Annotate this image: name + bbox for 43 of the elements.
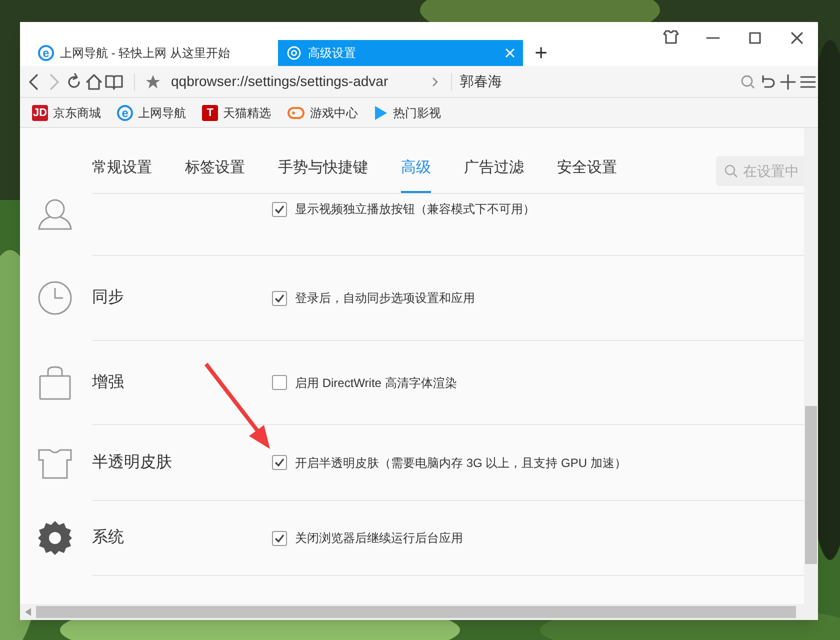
settings-icon <box>286 45 302 61</box>
close-icon <box>505 48 515 58</box>
checkbox[interactable] <box>272 290 287 306</box>
section-label: 同步 <box>92 289 124 306</box>
new-tab-button[interactable]: + <box>526 40 556 66</box>
ie-logo-icon: e <box>38 45 54 61</box>
settings-tab[interactable]: 手势与快捷键 <box>278 156 368 193</box>
section-label: 半透明皮肤 <box>92 454 172 470</box>
settings-tab[interactable]: 安全设置 <box>557 156 617 193</box>
ie-logo-icon: e <box>117 104 134 120</box>
vertical-scrollbar[interactable] <box>804 128 818 604</box>
section-label: 系统 <box>92 529 124 546</box>
clock-icon <box>36 279 74 317</box>
option-label: 登录后，自动同步选项设置和应用 <box>295 290 475 307</box>
gamepad-icon <box>287 106 306 120</box>
site-logo-icon: JD <box>32 104 48 120</box>
checkbox[interactable] <box>272 530 287 546</box>
bookmark-item[interactable]: 游戏中心 <box>287 104 358 122</box>
bookmark-item[interactable]: 热门影视 <box>374 104 442 122</box>
settings-tab[interactable]: 常规设置 <box>92 156 152 193</box>
address-field[interactable]: qqbrowser://settings/settings-advar <box>171 71 427 92</box>
user-name[interactable]: 郭春海 <box>460 71 502 92</box>
settings-tab[interactable]: 标签设置 <box>185 156 245 193</box>
play-icon <box>374 104 388 120</box>
checkbox[interactable] <box>272 375 287 390</box>
checkbox[interactable] <box>272 202 287 216</box>
option-label: 显示视频独立播放按钮（兼容模式下不可用） <box>295 201 535 218</box>
option-label: 启用 DirectWrite 高清字体渲染 <box>295 374 457 392</box>
plus-icon[interactable] <box>778 72 798 92</box>
option-label: 开启半透明皮肤（需要电脑内存 3G 以上，且支持 GPU 加速） <box>295 454 626 472</box>
option-label: 关闭浏览器后继续运行后台应用 <box>295 530 463 547</box>
settings-tab[interactable]: 广告过滤 <box>464 156 524 193</box>
star-icon <box>145 74 161 90</box>
home-icon[interactable] <box>84 72 104 92</box>
site-logo-icon: T <box>202 104 218 120</box>
section-label: 增强 <box>92 374 124 390</box>
bookmark-item[interactable]: e 上网导航 <box>117 104 186 122</box>
search-icon <box>724 164 738 178</box>
horizontal-scrollbar[interactable] <box>20 604 818 620</box>
bookmark-item[interactable]: T 天猫精选 <box>202 104 272 122</box>
settings-icon <box>36 519 74 557</box>
checkbox[interactable] <box>272 455 287 470</box>
bookmark-item[interactable]: JD 京东商城 <box>32 104 102 122</box>
